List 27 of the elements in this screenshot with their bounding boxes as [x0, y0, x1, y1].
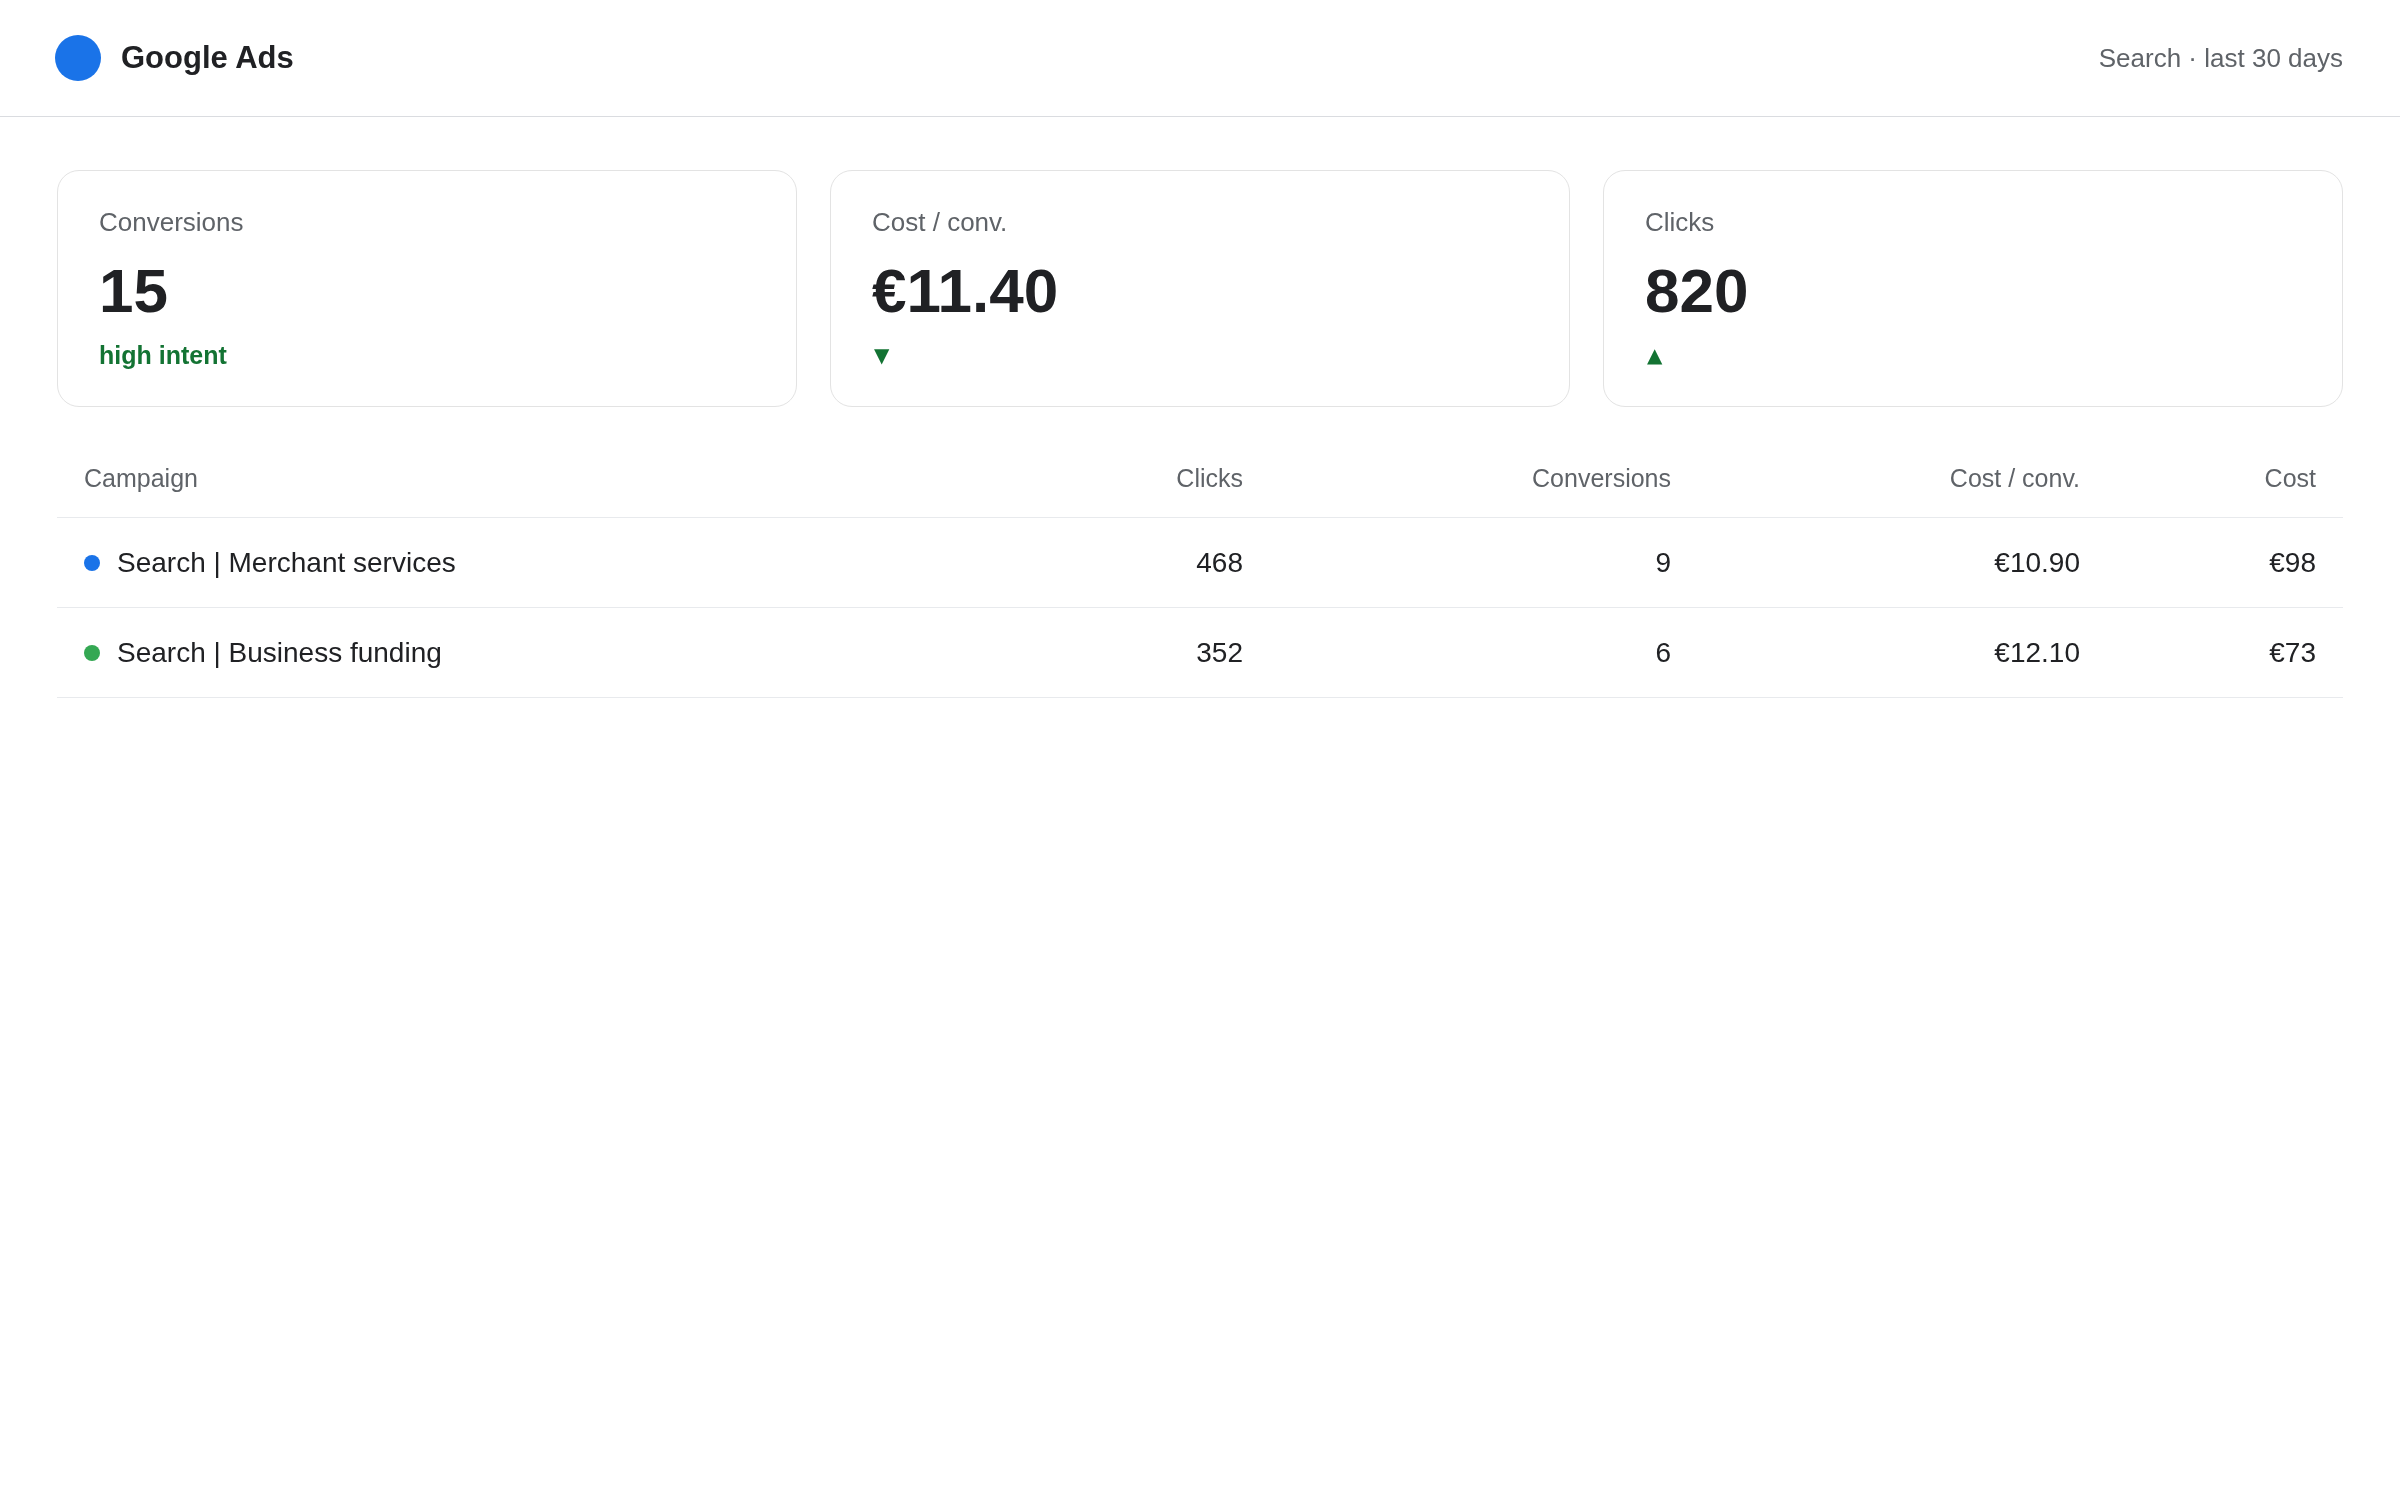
metric-value: 820: [1645, 256, 1750, 326]
column-header: Conversions: [1531, 463, 1672, 493]
table-cell-text: €98: [2268, 546, 2317, 579]
app-title: Google Ads: [121, 40, 294, 76]
report-context-label: Search · last 30 days: [2098, 42, 2343, 74]
table-cell-text: 6: [1654, 636, 1672, 669]
metric-value: 15: [99, 256, 169, 326]
column-header: Cost: [2263, 463, 2317, 493]
metric-label: Conversions: [99, 207, 245, 237]
metric-note: high intent: [99, 340, 227, 370]
metric-label: Clicks: [1645, 207, 1716, 237]
metric-label: Cost / conv.: [872, 207, 1009, 237]
table-cell-text: €10.90: [1993, 546, 2081, 579]
column-header: Cost / conv.: [1948, 463, 2081, 493]
campaign-name: Search | Merchant services: [117, 546, 456, 579]
triangle-icon: ▲: [1647, 340, 1663, 370]
table-cell-text: €12.10: [1993, 636, 2081, 669]
table-cell-text: 9: [1654, 546, 1672, 579]
column-header: Clicks: [1175, 463, 1244, 493]
table-cell-text: 468: [1195, 546, 1244, 579]
table-cell-text: €73: [2268, 636, 2317, 669]
campaign-name: Search | Business funding: [117, 636, 442, 669]
metric-value: €11.40: [872, 256, 1060, 326]
triangle-icon: ▼: [874, 340, 890, 370]
table-cell-text: 352: [1195, 636, 1244, 669]
column-header: Campaign: [83, 463, 199, 493]
logo-icon: [55, 35, 101, 81]
